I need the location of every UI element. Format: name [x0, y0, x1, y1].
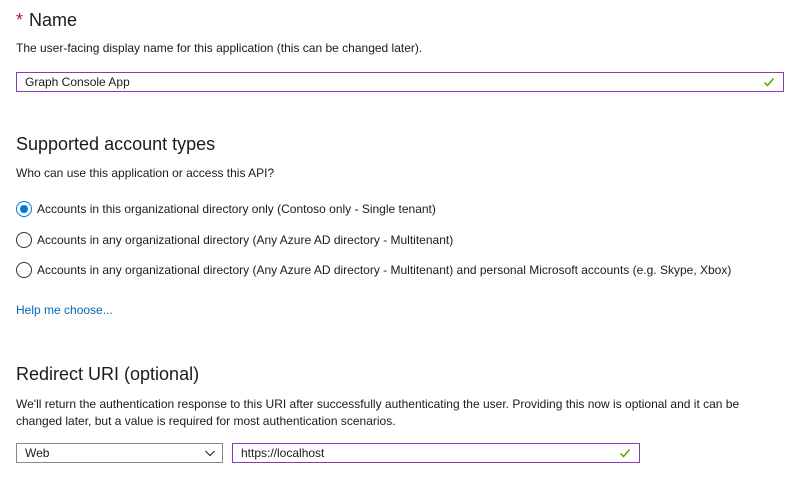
app-name-value: Graph Console App	[25, 75, 130, 89]
radio-label-multitenant-personal: Accounts in any organizational directory…	[37, 263, 732, 277]
app-name-input[interactable]: Graph Console App	[16, 72, 784, 92]
name-description: The user-facing display name for this ap…	[16, 41, 423, 55]
name-title: Name	[29, 10, 78, 30]
redirect-uri-value: https://localhost	[241, 446, 325, 460]
platform-select[interactable]: Web	[16, 443, 223, 463]
checkmark-icon	[619, 449, 631, 458]
radio-option-multitenant[interactable]: Accounts in any organizational directory…	[16, 232, 453, 248]
required-asterisk: *	[16, 10, 24, 30]
name-heading: * Name	[16, 10, 77, 31]
radio-label-single-tenant: Accounts in this organizational director…	[37, 202, 436, 216]
redirect-uri-description: We'll return the authentication response…	[16, 397, 740, 428]
account-types-heading: Supported account types	[16, 134, 216, 154]
radio-label-multitenant: Accounts in any organizational directory…	[37, 233, 454, 247]
checkmark-icon	[763, 78, 775, 87]
radio-button-selected[interactable]	[16, 201, 32, 217]
radio-option-multitenant-personal[interactable]: Accounts in any organizational directory…	[16, 262, 731, 278]
platform-select-value: Web	[25, 446, 50, 460]
redirect-uri-heading: Redirect URI (optional)	[16, 364, 200, 384]
radio-button[interactable]	[16, 262, 32, 278]
radio-button[interactable]	[16, 232, 32, 248]
help-me-choose-link[interactable]: Help me choose...	[16, 303, 113, 317]
radio-option-single-tenant[interactable]: Accounts in this organizational director…	[16, 201, 436, 217]
chevron-down-icon	[205, 450, 215, 457]
redirect-uri-input[interactable]: https://localhost	[232, 443, 640, 463]
account-types-question: Who can use this application or access t…	[16, 166, 275, 180]
